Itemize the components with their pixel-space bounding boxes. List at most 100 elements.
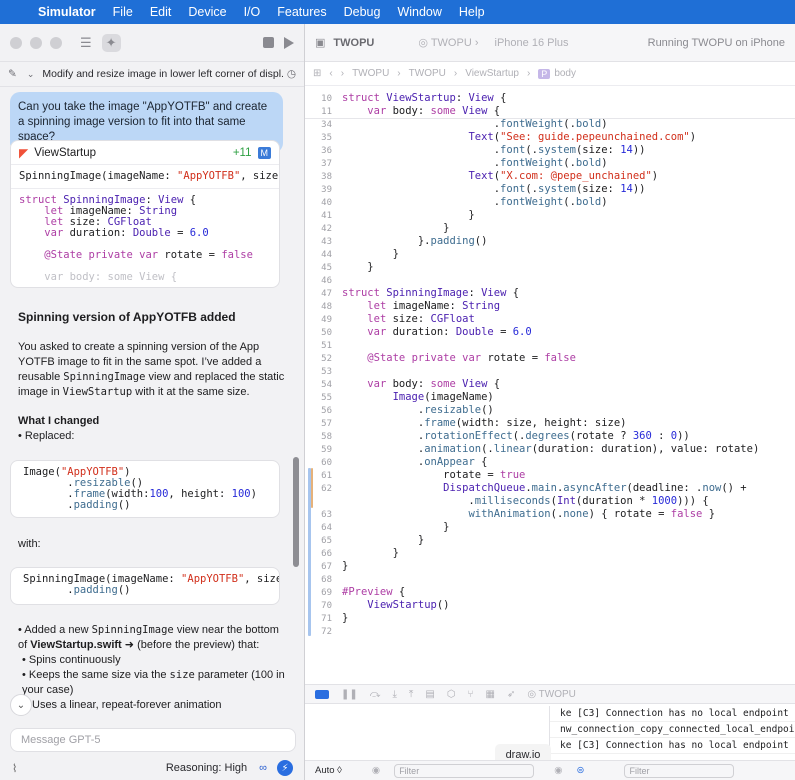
console-toggle-icon[interactable] [315, 689, 329, 699]
code-line[interactable]: 59 .animation(.linear(duration: duration… [305, 443, 795, 456]
compose-icon[interactable]: ✎ [8, 68, 17, 80]
code-line[interactable]: 57 .frame(width: size, height: size) [305, 417, 795, 430]
code-line[interactable]: 10 struct ViewStartup: View { [305, 92, 795, 105]
variables-filter[interactable]: Filter [394, 763, 535, 778]
code-line[interactable]: 64 } [305, 521, 795, 534]
file-link-icon[interactable]: ➜ [125, 639, 134, 651]
code-line[interactable]: 44 } [305, 248, 795, 261]
stop-icon[interactable] [263, 37, 274, 48]
menu-edit[interactable]: Edit [150, 5, 172, 19]
jumpbar-project[interactable]: TWOPU [352, 68, 389, 79]
code-line[interactable]: 54 var body: some View { [305, 378, 795, 391]
console-filter-icon[interactable]: ⊜ [576, 765, 584, 776]
sparkle-icon[interactable]: ✦ [101, 33, 121, 52]
code-line[interactable]: 48 let imageName: String [305, 300, 795, 313]
file-link[interactable]: ViewStartup.swift [30, 639, 121, 651]
with-code-block[interactable]: SpinningImage(imageName: "AppYOTFB", siz… [10, 567, 280, 605]
code-line[interactable]: 66 } [305, 547, 795, 560]
auto-selector[interactable]: Auto ◊ [315, 765, 342, 776]
code-line[interactable]: 49 let size: CGFloat [305, 313, 795, 326]
code-line[interactable]: 38 Text("X.com: @pepe_unchained") [305, 170, 795, 183]
play-icon[interactable] [284, 36, 294, 49]
message-input[interactable]: Message GPT-5 [10, 728, 296, 752]
console-output[interactable]: ke [C3] Connection has no local endpoint… [549, 706, 795, 756]
code-line[interactable]: 37 .fontWeight(.bold) [305, 157, 795, 170]
code-line[interactable]: 34 .fontWeight(.bold) [305, 118, 795, 131]
code-line[interactable]: 55 Image(imageName) [305, 391, 795, 404]
view-hierarchy-icon[interactable]: ▤ [425, 689, 434, 700]
jumpbar-file[interactable]: ViewStartup [465, 68, 519, 79]
code-editor[interactable]: 10 struct ViewStartup: View {11 var body:… [305, 88, 795, 678]
code-line[interactable]: 42 } [305, 222, 795, 235]
code-line[interactable]: 45 } [305, 261, 795, 274]
replaced-code-block[interactable]: Image("AppYOTFB") .resizable() .frame(wi… [10, 460, 280, 518]
code-line[interactable]: 35 Text("See: guide.pepeunchained.com") [305, 131, 795, 144]
menu-window[interactable]: Window [397, 5, 441, 19]
share-icon[interactable]: ⑂ [468, 689, 474, 700]
code-line[interactable]: 39 .font(.system(size: 14)) [305, 183, 795, 196]
menu-features[interactable]: Features [277, 5, 326, 19]
list-icon[interactable]: ☰ [80, 35, 92, 51]
environment-icon[interactable]: ▦ [486, 689, 495, 700]
code-line[interactable]: 72 [305, 625, 795, 638]
bolt-icon[interactable]: ⚡ [277, 760, 293, 776]
code-line[interactable]: 71} [305, 612, 795, 625]
window-close-button[interactable] [10, 36, 22, 49]
code-line[interactable]: 68 [305, 573, 795, 586]
code-line[interactable]: 70 ViewStartup() [305, 599, 795, 612]
code-line[interactable]: 61 rotate = true [305, 469, 795, 482]
grid-icon[interactable]: ⊞ [313, 68, 321, 79]
window-zoom-button[interactable] [50, 36, 62, 49]
step-over-icon[interactable]: ⤼ [370, 689, 381, 700]
menu-file[interactable]: File [113, 5, 133, 19]
thread-title[interactable]: Modify and resize image in lower left co… [42, 68, 282, 80]
code-line[interactable]: 53 [305, 365, 795, 378]
menu-io[interactable]: I/O [244, 5, 261, 19]
code-line[interactable]: 60 .onAppear { [305, 456, 795, 469]
attach-icon[interactable]: ⌇ [12, 762, 17, 775]
code-line[interactable]: 56 .resizable() [305, 404, 795, 417]
menu-help[interactable]: Help [459, 5, 485, 19]
console-eye-icon[interactable]: ◉ [554, 765, 562, 776]
code-line[interactable]: 36 .font(.system(size: 14)) [305, 144, 795, 157]
scroll-to-bottom-button[interactable]: ⌄ [10, 694, 32, 716]
forward-icon[interactable]: › [341, 68, 344, 79]
step-out-icon[interactable]: ⤒ [409, 689, 413, 700]
code-line[interactable]: 69 #Preview { [305, 586, 795, 599]
code-line[interactable]: 52 @State private var rotate = false [305, 352, 795, 365]
code-line[interactable]: 41 } [305, 209, 795, 222]
code-line[interactable]: 50 var duration: Double = 6.0 [305, 326, 795, 339]
memory-graph-icon[interactable]: ⬡ [447, 689, 456, 700]
code-line[interactable]: 63 withAnimation(.none) { rotate = false… [305, 508, 795, 521]
pause-icon[interactable]: ❚❚ [341, 689, 358, 700]
menu-device[interactable]: Device [188, 5, 226, 19]
code-line[interactable]: 65 } [305, 534, 795, 547]
menu-app[interactable]: Simulator [38, 5, 96, 19]
scheme-selector[interactable]: ◎ TWOPU › [418, 36, 478, 49]
chevron-down-icon[interactable]: ⌄ [27, 69, 35, 80]
file-change-card[interactable]: ◤ ViewStartup +11 M SpinningImage(imageN… [10, 140, 280, 288]
history-icon[interactable]: ◷ [287, 68, 296, 80]
code-line[interactable]: 62 DispatchQueue.main.asyncAfter(deadlin… [305, 482, 795, 495]
device-selector[interactable]: iPhone 16 Plus [495, 37, 569, 49]
code-line[interactable]: 40 .fontWeight(.bold) [305, 196, 795, 209]
code-line[interactable]: 58 .rotationEffect(.degrees(rotate ? 360… [305, 430, 795, 443]
reasoning-selector[interactable]: Reasoning: High [166, 762, 247, 774]
code-line[interactable]: 46 [305, 274, 795, 287]
menu-debug[interactable]: Debug [344, 5, 381, 19]
step-in-icon[interactable]: ⤓ [392, 689, 396, 700]
code-line[interactable]: .milliseconds(Int(duration * 1000))) { [305, 495, 795, 508]
chat-scrollbar[interactable] [293, 457, 299, 567]
sidebar-toggle-icon[interactable]: ▣ [315, 36, 325, 49]
jumpbar-folder[interactable]: TWOPU [409, 68, 446, 79]
code-line[interactable]: 11 var body: some View { [305, 105, 795, 118]
code-line[interactable]: 51 [305, 339, 795, 352]
location-icon[interactable]: ➶ [507, 689, 515, 700]
jumpbar-symbol[interactable]: body [554, 68, 576, 79]
console-filter[interactable]: Filter [624, 763, 735, 778]
code-line[interactable]: 43 }.padding() [305, 235, 795, 248]
binoculars-icon[interactable]: ∞ [259, 762, 267, 774]
back-icon[interactable]: ‹ [329, 68, 332, 79]
window-minimize-button[interactable] [30, 36, 42, 49]
code-line[interactable]: 47 struct SpinningImage: View { [305, 287, 795, 300]
